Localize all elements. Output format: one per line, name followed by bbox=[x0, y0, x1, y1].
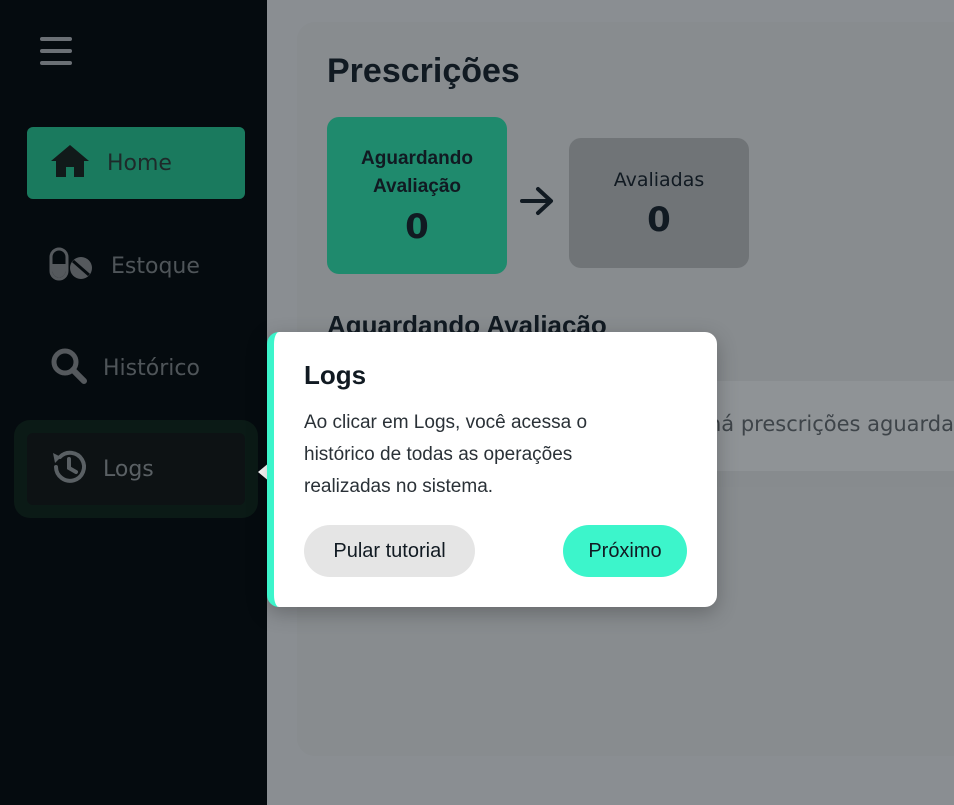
search-icon bbox=[49, 346, 89, 390]
stat-card-evaluated[interactable]: Avaliadas 0 bbox=[569, 138, 749, 268]
tooltip-title: Logs bbox=[304, 360, 367, 390]
history-icon bbox=[49, 447, 89, 491]
sidebar-item-estoque[interactable]: Estoque bbox=[27, 230, 245, 302]
sidebar-item-logs[interactable]: Logs bbox=[27, 433, 245, 505]
sidebar: Home Estoque Histórico Logs bbox=[0, 0, 267, 805]
stat-card-awaiting[interactable]: Aguardando Avaliação 0 bbox=[327, 117, 507, 274]
tooltip-body: Ao clicar em Logs, você acessa o históri… bbox=[304, 412, 588, 497]
page-title: Prescrições bbox=[327, 52, 520, 90]
next-button[interactable]: Próximo bbox=[563, 525, 687, 577]
sidebar-item-label: Logs bbox=[103, 456, 154, 482]
skip-tutorial-button[interactable]: Pular tutorial bbox=[304, 525, 475, 577]
stat-label: Avaliação bbox=[372, 175, 461, 197]
menu-icon[interactable] bbox=[40, 37, 74, 65]
empty-state-text: há prescrições aguarda bbox=[708, 412, 954, 436]
sidebar-item-home[interactable]: Home bbox=[27, 127, 245, 199]
pills-icon bbox=[49, 246, 95, 286]
arrow-right-icon bbox=[520, 187, 553, 215]
sidebar-item-label: Histórico bbox=[103, 355, 200, 381]
sidebar-item-historico[interactable]: Histórico bbox=[27, 332, 245, 404]
stat-value: 0 bbox=[405, 206, 429, 247]
home-icon bbox=[49, 143, 91, 183]
sidebar-item-label: Estoque bbox=[111, 253, 200, 279]
stat-value: 0 bbox=[647, 200, 671, 240]
sidebar-item-label: Home bbox=[107, 150, 172, 176]
stat-label: Avaliadas bbox=[613, 169, 705, 191]
stat-label: Aguardando bbox=[361, 147, 473, 169]
